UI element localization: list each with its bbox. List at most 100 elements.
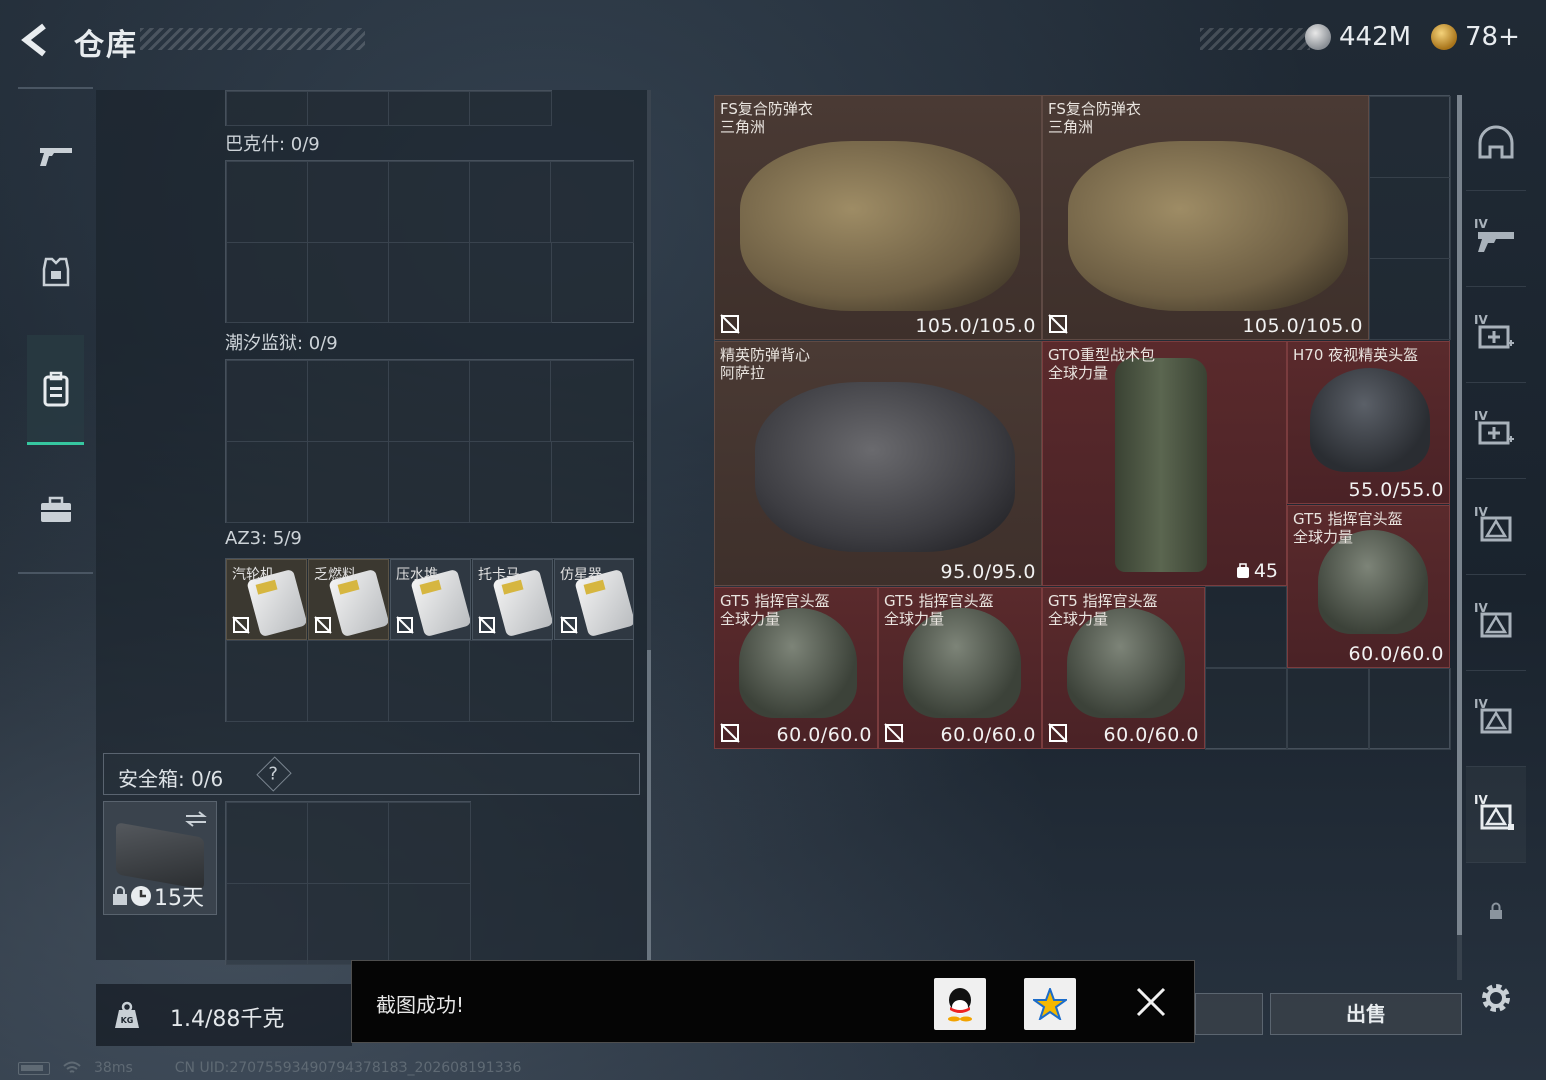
sell-button[interactable]: 出售 [1270, 993, 1462, 1035]
kg-weight-icon: KG [115, 1001, 139, 1028]
item-image [740, 141, 1020, 311]
safe-box-label: 安全箱: 0/6 [118, 767, 224, 791]
nav-armor[interactable] [18, 217, 93, 327]
stash-item-backpack[interactable]: GTO重型战术包 全球力量 45 [1042, 341, 1287, 586]
close-icon[interactable] [1132, 983, 1170, 1021]
item-name: FS复合防弹衣 三角洲 [1048, 100, 1141, 136]
stash-page-8[interactable]: IV [1466, 767, 1526, 863]
share-qq-button[interactable] [934, 978, 986, 1030]
nav-backpack[interactable] [27, 335, 84, 445]
container-grid-tidal-prison[interactable] [225, 359, 634, 523]
item-durability: 105.0/105.0 [915, 315, 1036, 337]
nav-briefcase[interactable] [18, 455, 93, 565]
item-name: H70 夜视精英头盔 [1293, 346, 1419, 364]
stash-page-5[interactable]: IV [1466, 479, 1526, 575]
weight-value: 1.4/88千克 [170, 1007, 285, 1032]
item-durability: 105.0/105.0 [1242, 315, 1363, 337]
weight-bar: KG 1.4/88千克 [96, 984, 352, 1046]
item-name: GT5 指挥官头盔 全球力量 [1048, 592, 1158, 628]
inventory-item[interactable]: 仿星器 [554, 559, 634, 640]
gear-icon[interactable] [1476, 978, 1516, 1018]
item-capacity: 45 [1236, 560, 1278, 582]
backpack-small-icon [1236, 563, 1249, 578]
toast-message: 截图成功! [376, 993, 465, 1017]
backpack-icon [43, 371, 68, 406]
stash-item-helmet[interactable]: H70 夜视精英头盔 55.0/55.0 [1287, 341, 1450, 504]
stash-page-locked[interactable] [1466, 863, 1526, 959]
item-name: FS复合防弹衣 三角洲 [720, 100, 813, 136]
item-durability: 95.0/95.0 [940, 561, 1036, 583]
currency-silver[interactable]: 442M [1305, 22, 1411, 52]
currency-decoration [1200, 28, 1310, 50]
item-name: GT5 指挥官头盔 全球力量 [720, 592, 830, 628]
stash-item-helmet[interactable]: GT5 指挥官头盔 全球力量 60.0/60.0 [1042, 587, 1205, 749]
no-insure-icon [1048, 314, 1068, 334]
container-label-tidal-prison: 潮汐监狱: 0/9 [225, 333, 338, 354]
action-button-left[interactable] [1195, 993, 1263, 1035]
ping-value: 38ms [94, 1060, 133, 1076]
battery-icon [18, 1061, 50, 1075]
item-durability: 60.0/60.0 [1348, 643, 1444, 665]
container-scrollbar[interactable] [647, 90, 651, 960]
stash-item-body-armor[interactable]: 精英防弹背心 阿萨拉 95.0/95.0 [714, 341, 1042, 586]
share-qzone-button[interactable] [1024, 978, 1076, 1030]
safe-box-header: 安全箱: 0/6 ? [103, 753, 640, 795]
help-icon[interactable]: ? [256, 756, 292, 792]
safe-box-item[interactable]: 15天 [103, 801, 217, 915]
nav-weapons[interactable] [18, 101, 93, 211]
no-insure-icon [478, 616, 496, 634]
screenshot-toast: 截图成功! [351, 960, 1195, 1043]
stash-page-3[interactable]: IV [1466, 287, 1526, 383]
stash-page-4[interactable]: IV [1466, 383, 1526, 479]
gold-coin-icon [1431, 24, 1457, 50]
item-name: 精英防弹背心 阿萨拉 [720, 346, 811, 382]
stash-page-1[interactable] [1466, 95, 1526, 191]
item-durability: 55.0/55.0 [1348, 479, 1444, 501]
container-grid-bakshi[interactable] [225, 160, 634, 323]
stash-page-2[interactable]: IV [1466, 191, 1526, 287]
armor-icon [42, 257, 69, 287]
inventory-item[interactable]: 压水堆 [390, 559, 471, 640]
item-image [1068, 141, 1348, 311]
stash-item-helmet[interactable]: GT5 指挥官头盔 全球力量 60.0/60.0 [878, 587, 1042, 749]
stash-item-helmet[interactable]: GT5 指挥官头盔 全球力量 60.0/60.0 [1287, 505, 1450, 668]
svg-text:KG: KG [121, 1016, 134, 1025]
inventory-item[interactable]: 乏燃料 [308, 559, 389, 640]
no-insure-icon [720, 723, 740, 743]
qq-icon [948, 988, 972, 1022]
no-insure-icon [884, 723, 904, 743]
inventory-item[interactable]: 托卡马 [472, 559, 553, 640]
no-insure-icon [396, 616, 414, 634]
back-arrow-icon[interactable] [18, 22, 54, 58]
stash-item-body-armor[interactable]: FS复合防弹衣 三角洲 105.0/105.0 [1042, 95, 1369, 340]
no-insure-icon [1048, 723, 1068, 743]
page-title: 仓库 [74, 28, 138, 63]
item-image [755, 382, 1015, 552]
item-image [1115, 358, 1207, 572]
stash-page-7[interactable]: IV [1466, 671, 1526, 767]
container-label-az3: AZ3: 5/9 [225, 528, 302, 549]
no-insure-icon [560, 616, 578, 634]
currency-gold[interactable]: 78+ [1431, 22, 1520, 52]
container-grid-partial [225, 90, 552, 126]
wifi-icon [63, 1061, 81, 1073]
item-durability: 60.0/60.0 [940, 724, 1036, 746]
safe-box-grid[interactable] [225, 801, 471, 965]
no-insure-icon [232, 616, 250, 634]
stash-page-6[interactable]: IV [1466, 575, 1526, 671]
stash-item-helmet[interactable]: GT5 指挥官头盔 全球力量 60.0/60.0 [714, 587, 878, 749]
briefcase-icon [40, 496, 71, 522]
gun-icon [39, 148, 72, 166]
item-name: 乏燃料 [314, 567, 356, 583]
stash-item-body-armor[interactable]: FS复合防弹衣 三角洲 105.0/105.0 [714, 95, 1042, 340]
swap-icon[interactable] [184, 810, 208, 828]
helmet-slot-icon [1478, 125, 1514, 158]
inventory-item[interactable]: 汽轮机 [226, 559, 307, 640]
stash-scrollbar[interactable] [1457, 95, 1462, 980]
safe-box-days: 15天 [154, 886, 204, 911]
safe-box-duration: 15天 [112, 880, 204, 912]
item-name: 仿星器 [560, 567, 602, 583]
currency-silver-value: 442M [1339, 22, 1412, 52]
lock-icon [113, 886, 127, 905]
item-name: GTO重型战术包 全球力量 [1048, 346, 1156, 382]
